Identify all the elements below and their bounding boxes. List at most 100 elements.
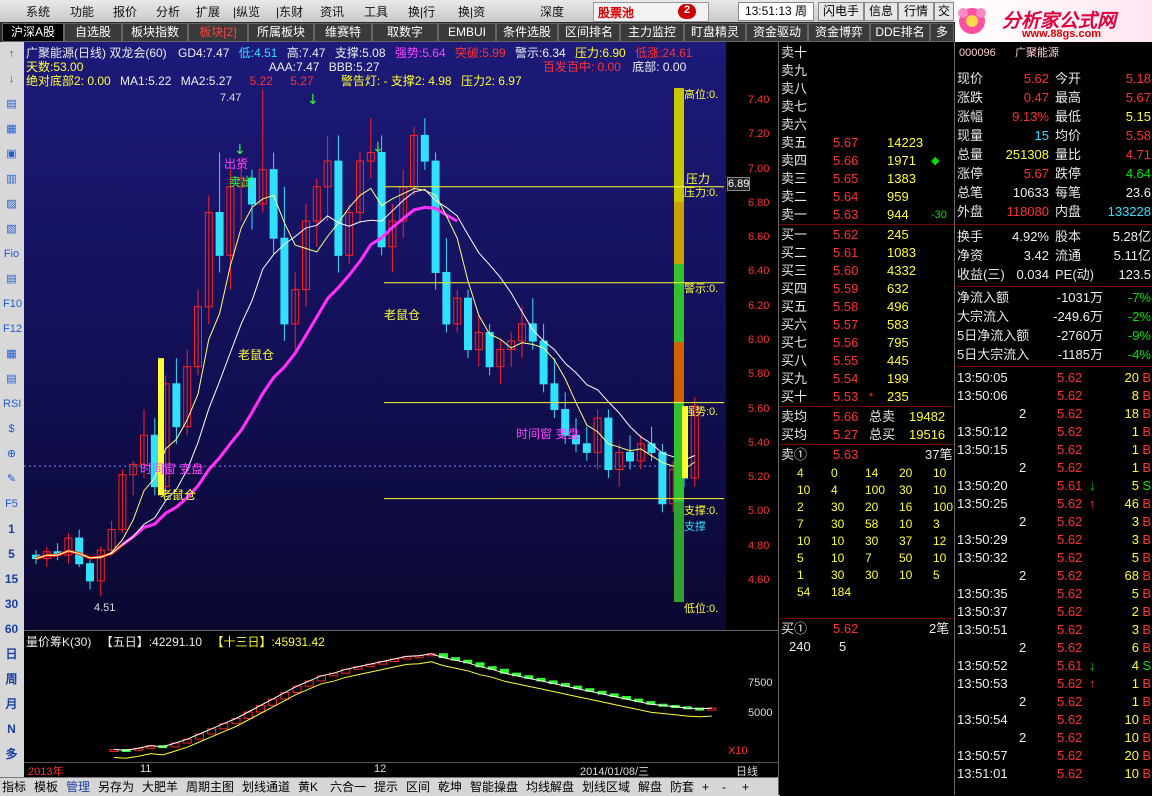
tab-weisaite[interactable]: 维赛特 <box>314 23 372 42</box>
bottom-tab-3[interactable]: 另存为 <box>98 779 134 795</box>
tab-more[interactable]: 多 <box>930 23 954 42</box>
trade-button[interactable]: 交 <box>934 2 954 21</box>
bottom-tab-12[interactable]: 智能操盘 <box>470 779 518 795</box>
bottom-tab-11[interactable]: 乾坤 <box>438 779 462 795</box>
menu-news[interactable]: 资讯 <box>320 3 344 20</box>
left-tool-3-icon[interactable]: ▦ <box>3 121 20 137</box>
left-tool-6-icon[interactable]: ▨ <box>3 196 20 212</box>
bottom-tab-10[interactable]: 区间 <box>406 779 430 795</box>
bid-price[interactable]: 5.55 <box>833 352 858 370</box>
info-button[interactable]: 信息 <box>864 2 898 21</box>
menu-switch-res[interactable]: 换|资 <box>458 3 485 20</box>
bottom-tab-4[interactable]: 大肥羊 <box>142 779 178 795</box>
bottom-tab-7[interactable]: 黄K <box>298 779 318 795</box>
left-tool-23[interactable]: 60 <box>3 621 20 637</box>
left-tool-10-icon[interactable]: F10 <box>3 296 22 312</box>
menu-depth[interactable]: 深度 <box>540 3 564 20</box>
ask-price[interactable]: 5.66 <box>833 152 858 170</box>
left-tool-9-icon[interactable]: ▤ <box>3 271 20 287</box>
bottom-tab-19[interactable]: + <box>742 779 749 795</box>
bid-price[interactable]: 5.57 <box>833 316 858 334</box>
ask-price[interactable]: 5.65 <box>833 170 858 188</box>
left-tool-27[interactable]: N <box>3 721 20 737</box>
bottom-tab-6[interactable]: 划线通道 <box>242 779 290 795</box>
left-tool-26[interactable]: 月 <box>3 696 20 712</box>
bottom-tab-17[interactable]: + <box>702 779 709 795</box>
bid-price[interactable]: 5.53 <box>833 388 858 406</box>
left-tool-7-icon[interactable]: ▧ <box>3 221 20 237</box>
market-button[interactable]: 行情 <box>898 2 934 21</box>
menu-tools[interactable]: 工具 <box>364 3 388 20</box>
left-tool-14-icon[interactable]: RSI <box>3 396 21 412</box>
volume-kline-panel[interactable]: 量价筹K(30) 【五日】:42291.10 【十三日】:45931.42 <box>24 630 726 763</box>
left-tool-12-icon[interactable]: ▦ <box>3 346 20 362</box>
bid-price[interactable]: 5.62 <box>833 226 858 244</box>
left-tool-20[interactable]: 5 <box>3 546 20 562</box>
left-tool-22[interactable]: 30 <box>3 596 20 612</box>
left-tool-19[interactable]: 1 <box>3 521 20 537</box>
left-tool-13-icon[interactable]: ▤ <box>3 371 20 387</box>
tab-fund-game[interactable]: 资金博弈 <box>808 23 870 42</box>
left-tool-4-icon[interactable]: ▣ <box>3 146 20 162</box>
tab-fund-drive[interactable]: 资金驱动 <box>746 23 808 42</box>
tab-main-monitor[interactable]: 主力监控 <box>620 23 684 42</box>
tab-sector-2[interactable]: 板块[2] <box>188 23 248 42</box>
bid-price[interactable]: 5.56 <box>833 334 858 352</box>
bid-price[interactable]: 5.61 <box>833 244 858 262</box>
menu-system[interactable]: 系统 <box>26 3 50 20</box>
bid-price[interactable]: 5.54 <box>833 370 858 388</box>
bottom-tab-8[interactable]: 六合一 <box>330 779 366 795</box>
menu-quote[interactable]: 报价 <box>113 3 137 20</box>
left-tool-2-icon[interactable]: ▤ <box>3 96 20 112</box>
tab-range-rank[interactable]: 区间排名 <box>558 23 620 42</box>
left-tool-11-icon[interactable]: F12 <box>3 321 22 337</box>
flash-trade-button[interactable]: 闪电手 <box>818 2 864 21</box>
bottom-tab-0[interactable]: 指标 <box>2 779 26 795</box>
bottom-tab-15[interactable]: 解盘 <box>638 779 662 795</box>
menu-analysis[interactable]: 分析 <box>156 3 180 20</box>
left-tool-15-icon[interactable]: $ <box>3 421 20 437</box>
menu-function[interactable]: 功能 <box>70 3 94 20</box>
tab-condition-select[interactable]: 条件选股 <box>496 23 558 42</box>
bottom-tab-13[interactable]: 均线解盘 <box>526 779 574 795</box>
ask-price[interactable]: 5.67 <box>833 134 858 152</box>
bottom-tab-2[interactable]: 管理 <box>66 779 90 795</box>
left-tool-28[interactable]: 多 <box>3 746 20 762</box>
left-tool-0-icon[interactable]: ↑ <box>3 46 20 62</box>
menu-dongcai[interactable]: |东财 <box>276 3 303 20</box>
left-tool-25[interactable]: 周 <box>3 671 20 687</box>
menu-extend[interactable]: 扩展 <box>196 3 220 20</box>
tab-dde-rank[interactable]: DDE排名 <box>870 23 930 42</box>
stock-pool-button[interactable]: 股票池 2 <box>593 2 709 22</box>
tab-watch-genie[interactable]: 盯盘精灵 <box>684 23 746 42</box>
left-tool-8-icon[interactable]: Fio <box>3 246 20 262</box>
bottom-tab-5[interactable]: 周期主图 <box>186 779 234 795</box>
tab-related-sector[interactable]: 所属板块 <box>248 23 314 42</box>
left-tool-18-icon[interactable]: F5 <box>3 496 20 512</box>
left-tool-1-icon[interactable]: ↓ <box>3 71 20 87</box>
bottom-tab-18[interactable]: - <box>722 779 726 795</box>
bottom-tab-16[interactable]: 防套 <box>670 779 694 795</box>
bid-price[interactable]: 5.59 <box>833 280 858 298</box>
tab-watchlist[interactable]: 自选股 <box>64 23 122 42</box>
left-tool-17-icon[interactable]: ✎ <box>3 471 20 487</box>
bottom-tab-9[interactable]: 提示 <box>374 779 398 795</box>
tab-embui[interactable]: EMBUI <box>438 23 496 42</box>
menu-switch-row[interactable]: 换|行 <box>408 3 435 20</box>
ask-price[interactable]: 5.64 <box>833 188 858 206</box>
bid-volume: 445 <box>887 353 909 368</box>
tab-fetch-number[interactable]: 取数字 <box>372 23 438 42</box>
ask-price[interactable]: 5.63 <box>833 206 858 224</box>
left-tool-16-icon[interactable]: ⊕ <box>3 446 20 462</box>
bottom-tab-14[interactable]: 划线区域 <box>582 779 630 795</box>
kline-chart-panel[interactable]: ↓ ↓ ↓ 广聚能源(日线) 双龙会(60) GD4:7.47 低:4.51 高:7… <box>24 42 726 630</box>
left-tool-5-icon[interactable]: ▥ <box>3 171 20 187</box>
bid-price[interactable]: 5.60 <box>833 262 858 280</box>
tab-shanghai-shenzhen-a[interactable]: 沪深A股 <box>2 23 64 42</box>
bottom-tab-1[interactable]: 模板 <box>34 779 58 795</box>
left-tool-21[interactable]: 15 <box>3 571 20 587</box>
menu-overview[interactable]: |纵览 <box>233 3 260 20</box>
tab-sector-index[interactable]: 板块指数 <box>122 23 188 42</box>
bid-price[interactable]: 5.58 <box>833 298 858 316</box>
left-tool-24[interactable]: 日 <box>3 646 20 662</box>
